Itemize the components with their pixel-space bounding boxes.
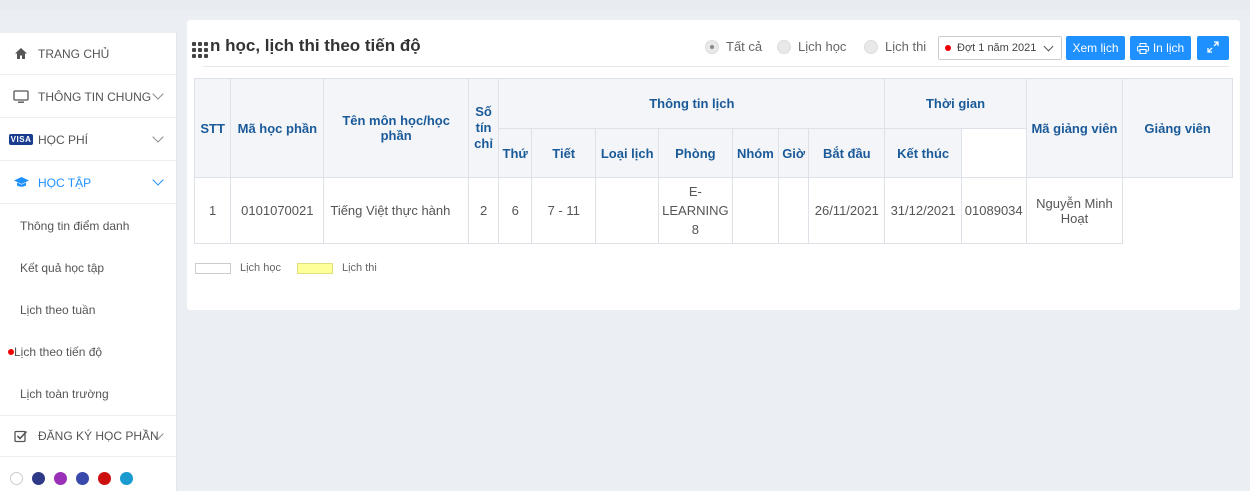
- theme-color-swatch[interactable]: [76, 472, 89, 485]
- header-course-name: Tên môn học/học phần: [323, 78, 469, 178]
- cell-credits: 2: [467, 177, 500, 244]
- header-lecturer-code: Mã giảng viên: [1025, 78, 1124, 178]
- cell-day: 6: [498, 177, 533, 244]
- home-icon: [12, 47, 30, 60]
- cell-lecturer: Nguyễn Minh Hoạt: [1025, 177, 1124, 244]
- schedule-panel: n học, lịch thi theo tiến độ Tất cả Lịch…: [187, 20, 1240, 310]
- sidebar-item-label: HỌC PHÍ: [38, 132, 89, 147]
- theme-color-picker: [10, 472, 133, 485]
- theme-color-swatch[interactable]: [98, 472, 111, 485]
- sidebar-subitem-weekly[interactable]: Lịch theo tuần: [0, 289, 176, 331]
- cell-course-name: Tiếng Việt thực hành: [323, 177, 469, 244]
- theme-color-swatch[interactable]: [32, 472, 45, 485]
- header-day: Thứ: [498, 128, 533, 178]
- fullscreen-button[interactable]: [1197, 36, 1229, 60]
- filter-exam-label: Lịch thi: [885, 39, 927, 54]
- sidebar-item-label: THÔNG TIN CHUNG: [38, 89, 152, 104]
- sidebar-item-tuition[interactable]: VISA HỌC PHÍ: [0, 119, 176, 161]
- radio-icon: [777, 39, 791, 54]
- legend-exam-label: Lịch thi: [341, 262, 377, 274]
- filter-study-radio[interactable]: Lịch học: [777, 39, 846, 54]
- title-divider: [203, 66, 1229, 67]
- view-schedule-label: Xem lịch: [1072, 41, 1119, 55]
- period-dot-icon: [945, 45, 951, 51]
- header-credits: Số tín chỉ: [467, 78, 500, 178]
- header-room: Phòng: [658, 128, 733, 178]
- period-select-value: Đợt 1 năm 2021: [957, 42, 1037, 54]
- filter-exam-radio[interactable]: Lịch thi: [864, 39, 926, 54]
- sidebar-subitem-label: Kết quả học tập: [20, 261, 105, 275]
- header-stt: STT: [193, 78, 232, 178]
- sidebar-subitem-attendance[interactable]: Thông tin điểm danh: [0, 205, 176, 247]
- header-schedule-info: Thông tin lịch: [498, 78, 886, 129]
- header-course-code: Mã học phần: [230, 78, 325, 178]
- cell-course-code: 0101070021: [230, 177, 325, 244]
- monitor-icon: [12, 89, 30, 104]
- expand-icon: [1207, 40, 1219, 56]
- visa-card-icon: VISA: [8, 134, 34, 145]
- cell-lecturer-code: 01089034: [960, 177, 1027, 244]
- cell-end: 31/12/2021: [884, 177, 962, 244]
- apps-grid-icon[interactable]: [192, 42, 208, 58]
- header-start: Bắt đầu: [808, 128, 886, 178]
- chevron-down-icon: [152, 131, 164, 143]
- theme-color-swatch[interactable]: [120, 472, 133, 485]
- header-lecturer: Giảng viên: [1122, 78, 1233, 178]
- sidebar-subitem-progress[interactable]: Lịch theo tiến độ: [0, 331, 176, 373]
- cell-stt: 1: [193, 177, 232, 244]
- schedule-legend: Lịch học Lịch thi: [195, 262, 377, 274]
- theme-color-swatch[interactable]: [10, 472, 23, 485]
- radio-selected-icon: [705, 39, 719, 54]
- header-group: Nhóm: [731, 128, 780, 178]
- cell-period: 7 - 11: [531, 177, 597, 244]
- sidebar-item-label: HỌC TẬP: [38, 175, 92, 190]
- legend-study-swatch: [195, 262, 231, 274]
- sidebar-subitem-label: Lịch toàn trường: [20, 387, 109, 401]
- sidebar-subitem-school-wide[interactable]: Lịch toàn trường: [0, 373, 176, 415]
- chevron-down-icon: [152, 174, 164, 186]
- header-time: Thời gian: [884, 78, 1027, 129]
- sidebar-subitem-label: Thông tin điểm danh: [20, 219, 130, 233]
- filter-all-radio[interactable]: Tất cả: [705, 39, 762, 54]
- sidebar: TRANG CHỦ THÔNG TIN CHUNG VISA HỌC PHÍ H…: [0, 33, 177, 491]
- schedule-table: STT Mã học phần Tên môn học/học phần Số …: [193, 78, 1233, 244]
- filter-all-label: Tất cả: [726, 39, 763, 54]
- header-type: Loại lịch: [595, 128, 660, 178]
- chevron-down-icon: [1043, 41, 1054, 52]
- sidebar-item-home[interactable]: TRANG CHỦ: [0, 33, 176, 75]
- sidebar-item-register[interactable]: ĐĂNG KÝ HỌC PHẦN: [0, 415, 176, 457]
- theme-color-swatch[interactable]: [54, 472, 67, 485]
- sidebar-item-label: TRANG CHỦ: [38, 46, 110, 61]
- cell-hour: [778, 177, 810, 244]
- view-schedule-button[interactable]: Xem lịch: [1066, 36, 1125, 60]
- period-select[interactable]: Đợt 1 năm 2021: [938, 36, 1062, 60]
- legend-exam-swatch: [296, 262, 333, 274]
- active-dot-icon: [8, 349, 14, 355]
- header-period: Tiết: [531, 128, 597, 178]
- sidebar-subitem-label: Lịch theo tiến độ: [14, 345, 103, 359]
- filter-study-label: Lịch học: [798, 39, 847, 54]
- checkbox-icon: [12, 430, 30, 443]
- cell-room: E-LEARNING 8: [658, 177, 733, 244]
- cell-group: [731, 177, 780, 244]
- cell-start: 26/11/2021: [808, 177, 886, 244]
- table-row: 1 0101070021 Tiếng Việt thực hành 2 6 7 …: [193, 177, 1233, 244]
- cell-type: [595, 177, 660, 244]
- chevron-down-icon: [152, 88, 164, 100]
- print-schedule-label: In lịch: [1152, 41, 1185, 55]
- top-strip: [0, 0, 1250, 10]
- legend-study-label: Lịch học: [240, 262, 281, 274]
- sidebar-subitem-results[interactable]: Kết quả học tập: [0, 247, 176, 289]
- sidebar-subitem-label: Lịch theo tuần: [20, 303, 96, 317]
- header-hour: Giờ: [778, 128, 810, 178]
- sidebar-item-study[interactable]: HỌC TẬP: [0, 162, 176, 204]
- page-title: n học, lịch thi theo tiến độ: [210, 36, 421, 55]
- graduation-cap-icon: [12, 176, 30, 189]
- sidebar-item-label: ĐĂNG KÝ HỌC PHẦN: [38, 429, 159, 443]
- print-schedule-button[interactable]: In lịch: [1130, 36, 1191, 60]
- sidebar-item-general-info[interactable]: THÔNG TIN CHUNG: [0, 76, 176, 118]
- radio-icon: [864, 39, 878, 54]
- header-end: Kết thúc: [884, 128, 962, 178]
- printer-icon: [1136, 42, 1149, 54]
